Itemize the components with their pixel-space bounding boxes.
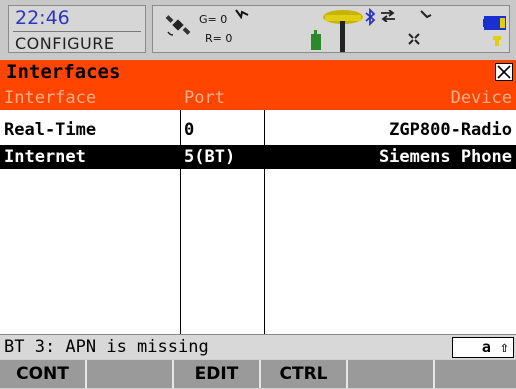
ctrl-button[interactable]: CTRL xyxy=(261,360,348,388)
column-header-device: Device xyxy=(450,88,512,108)
device-cell: Siemens Phone xyxy=(378,147,512,167)
column-divider xyxy=(264,110,265,334)
input-mode-indicator: a ⇧ xyxy=(452,337,514,358)
signal-icon xyxy=(235,9,249,19)
satellite-count-g: G= 0 xyxy=(199,13,228,26)
bluetooth-icon xyxy=(365,8,376,26)
cont-button[interactable]: CONT xyxy=(0,360,87,388)
status-message: BT 3: APN is missing xyxy=(4,337,209,357)
status-icons-panel: G= 0 R= 0 xyxy=(152,5,510,53)
column-header-port: Port xyxy=(184,88,225,108)
clock: 22:46 xyxy=(15,7,70,29)
satellite-icon xyxy=(165,15,191,36)
connection-icon xyxy=(408,33,420,45)
table-row-selected[interactable]: Internet 5(BT) Siemens Phone xyxy=(0,145,516,169)
softkey-f2[interactable] xyxy=(87,360,174,388)
interface-cell: Internet xyxy=(4,147,86,167)
table-row[interactable]: Real-Time 0 ZGP800-Radio xyxy=(0,118,516,142)
title-bar: Interfaces xyxy=(0,60,516,86)
port-cell: 0 xyxy=(184,120,195,140)
column-header-interface: Interface xyxy=(4,88,97,108)
softkey-f6[interactable] xyxy=(435,360,516,388)
data-transfer-icon xyxy=(381,10,395,22)
time-panel: 22:46 CONFIGURE xyxy=(8,5,146,53)
gnss-antenna-icon xyxy=(311,10,363,52)
port-cell: 5(BT) xyxy=(184,147,236,167)
link-icon xyxy=(420,10,432,19)
status-bar: 22:46 CONFIGURE G= 0 R= 0 xyxy=(0,0,516,60)
softkey-bar: CONT EDIT CTRL xyxy=(0,359,516,389)
page-title: Interfaces xyxy=(6,61,121,83)
battery-icon xyxy=(483,16,506,46)
interface-cell: Real-Time xyxy=(4,120,97,140)
message-bar: BT 3: APN is missing a ⇧ xyxy=(0,334,516,359)
edit-button[interactable]: EDIT xyxy=(174,360,261,388)
close-button[interactable] xyxy=(495,63,513,81)
column-divider xyxy=(180,110,181,334)
close-icon xyxy=(497,65,511,79)
divider xyxy=(13,31,141,32)
table-header: Interface Port Device xyxy=(0,86,516,110)
mode-label: CONFIGURE xyxy=(15,34,115,53)
device-cell: ZGP800-Radio xyxy=(389,120,512,140)
satellite-count-r: R= 0 xyxy=(205,32,233,45)
softkey-f5[interactable] xyxy=(348,360,435,388)
